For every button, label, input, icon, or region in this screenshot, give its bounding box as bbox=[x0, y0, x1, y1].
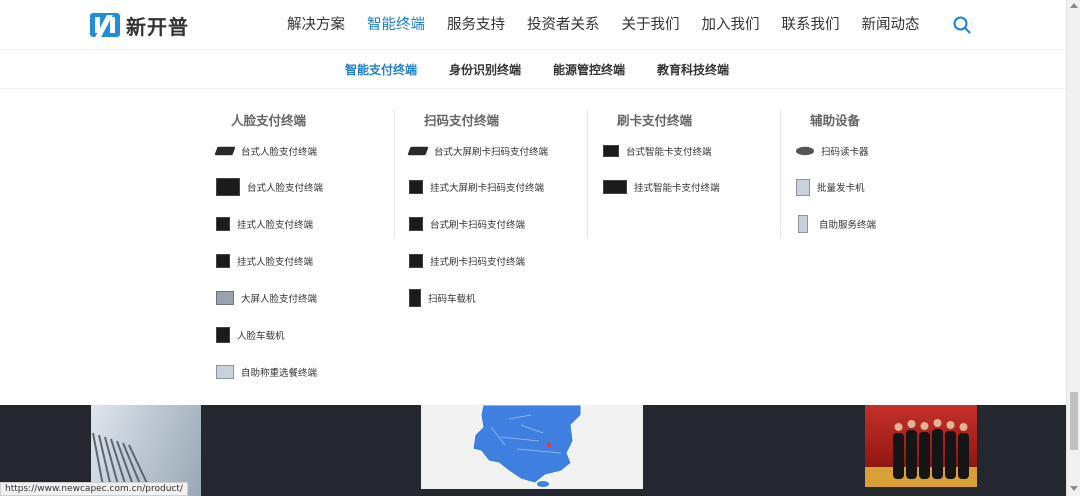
subnav-item-identity-terminals[interactable]: 身份识别终端 bbox=[449, 51, 521, 88]
nav-item-service-support[interactable]: 服务支持 bbox=[436, 0, 516, 50]
brand-name: 新开普 bbox=[126, 14, 189, 39]
card-reader-icon bbox=[796, 146, 814, 156]
nav-item-solutions[interactable]: 解决方案 bbox=[276, 0, 356, 50]
brand-logo[interactable]: 新开普 bbox=[90, 12, 189, 39]
desktop-card-terminal-icon bbox=[603, 145, 619, 157]
vehicle-qr-terminal-icon bbox=[409, 289, 421, 307]
column-title: 辅助设备 bbox=[810, 113, 861, 128]
card-issuer-icon bbox=[796, 178, 810, 196]
list-item[interactable]: 挂式大屏刷卡扫码支付终端 bbox=[409, 176, 544, 198]
logo-mark-icon bbox=[90, 13, 120, 37]
wall-face-terminal-icon bbox=[216, 217, 230, 231]
wall-qr-terminal-icon bbox=[409, 180, 423, 194]
vehicle-face-terminal-icon bbox=[216, 327, 230, 343]
list-item[interactable]: 挂式刷卡扫码支付终端 bbox=[409, 250, 525, 272]
desktop-face-terminal-screen-icon bbox=[216, 178, 240, 196]
column-divider bbox=[587, 110, 588, 238]
list-item[interactable]: 自助称重选餐终端 bbox=[216, 361, 317, 383]
self-service-kiosk-icon bbox=[798, 215, 808, 233]
list-item[interactable]: 扫码车载机 bbox=[409, 287, 476, 309]
nav-item-about-us[interactable]: 关于我们 bbox=[611, 0, 691, 50]
search-icon[interactable] bbox=[953, 16, 971, 34]
list-item[interactable]: 台式人脸支付终端 bbox=[216, 176, 323, 198]
column-divider bbox=[780, 110, 781, 238]
scroll-up-arrow-icon[interactable] bbox=[1070, 3, 1078, 8]
list-item[interactable]: 台式刷卡扫码支付终端 bbox=[409, 213, 525, 235]
subnav-item-payment-terminals[interactable]: 智能支付终端 bbox=[345, 51, 417, 88]
column-divider bbox=[394, 110, 395, 238]
list-item[interactable]: 台式大屏刷卡扫码支付终端 bbox=[407, 140, 548, 162]
team-photo-image[interactable] bbox=[865, 405, 977, 487]
list-item[interactable]: 台式人脸支付终端 bbox=[214, 140, 317, 162]
list-item[interactable]: 台式智能卡支付终端 bbox=[603, 140, 712, 162]
scrollbar-thumb[interactable] bbox=[1070, 392, 1078, 450]
list-item[interactable]: 自助服务终端 bbox=[796, 213, 876, 235]
desktop-face-terminal-icon bbox=[214, 146, 236, 156]
subnav-item-education-terminals[interactable]: 教育科技终端 bbox=[657, 51, 729, 88]
list-item[interactable]: 挂式人脸支付终端 bbox=[216, 213, 313, 235]
menu-column-qr-payment: 扫码支付终端 bbox=[424, 110, 499, 129]
list-item[interactable]: 扫码读卡器 bbox=[796, 140, 869, 162]
menu-column-card-payment: 刷卡支付终端 bbox=[617, 110, 692, 129]
wall-card-terminal-icon bbox=[603, 180, 627, 194]
china-map-image[interactable] bbox=[421, 404, 643, 489]
scroll-down-arrow-icon[interactable] bbox=[1070, 486, 1078, 491]
large-screen-terminal-icon bbox=[216, 291, 234, 305]
nav-item-investor-relations[interactable]: 投资者关系 bbox=[516, 0, 611, 50]
site-header: 新开普 解决方案 智能终端 服务支持 投资者关系 关于我们 加入我们 联系我们 … bbox=[0, 0, 1066, 50]
menu-column-face-payment: 人脸支付终端 bbox=[231, 110, 306, 129]
column-title: 刷卡支付终端 bbox=[617, 113, 693, 128]
nav-item-contact-us[interactable]: 联系我们 bbox=[771, 0, 851, 50]
list-item[interactable]: 大屏人脸支付终端 bbox=[216, 287, 317, 309]
list-item[interactable]: 人脸车载机 bbox=[216, 324, 285, 346]
self-service-weighing-terminal-icon bbox=[216, 365, 234, 379]
desktop-card-qr-terminal-icon bbox=[409, 217, 423, 231]
status-bar-url: https://www.newcapec.com.cn/product/ bbox=[0, 482, 188, 496]
nav-item-news[interactable]: 新闻动态 bbox=[851, 0, 931, 50]
subnav-item-energy-terminals[interactable]: 能源管控终端 bbox=[553, 51, 625, 88]
column-title: 扫码支付终端 bbox=[424, 113, 500, 128]
list-item[interactable]: 批量发卡机 bbox=[796, 176, 865, 198]
wall-face-terminal-icon bbox=[216, 254, 230, 268]
menu-column-accessories: 辅助设备 bbox=[810, 110, 860, 129]
sub-nav: 智能支付终端 身份识别终端 能源管控终端 教育科技终端 bbox=[0, 51, 1066, 89]
list-item[interactable]: 挂式人脸支付终端 bbox=[216, 250, 313, 272]
vertical-scrollbar[interactable] bbox=[1066, 0, 1080, 496]
nav-item-smart-terminals[interactable]: 智能终端 bbox=[356, 0, 436, 50]
product-mega-menu: 人脸支付终端 台式人脸支付终端 台式人脸支付终端 挂式人脸支付终端 挂式人脸支付… bbox=[0, 90, 1066, 405]
wall-card-qr-terminal-icon bbox=[409, 254, 423, 268]
desktop-qr-terminal-icon bbox=[407, 146, 429, 156]
list-item[interactable]: 挂式智能卡支付终端 bbox=[603, 176, 720, 198]
main-nav: 解决方案 智能终端 服务支持 投资者关系 关于我们 加入我们 联系我们 新闻动态 bbox=[276, 0, 931, 50]
column-title: 人脸支付终端 bbox=[231, 113, 307, 128]
nav-item-join-us[interactable]: 加入我们 bbox=[691, 0, 771, 50]
